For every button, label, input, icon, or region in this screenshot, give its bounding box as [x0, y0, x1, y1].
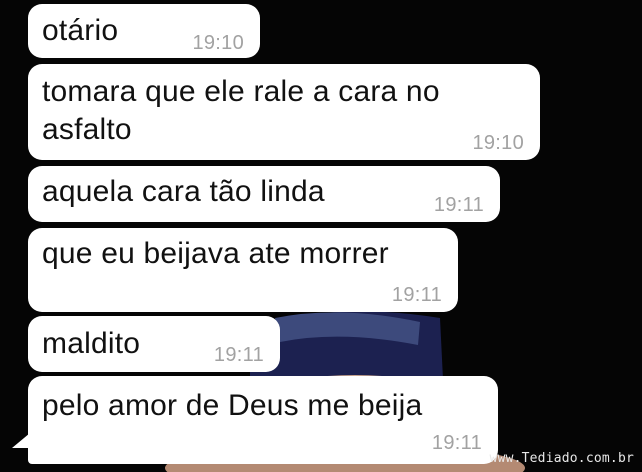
message-text: otário: [42, 14, 119, 47]
message-bubble[interactable]: aquela cara tão linda 19:11: [28, 166, 500, 222]
message-text: que eu beijava ate morrer: [42, 237, 389, 270]
message-bubble[interactable]: tomara que ele rale a cara no asfalto 19…: [28, 64, 540, 160]
message-time: 19:11: [433, 194, 484, 216]
message-time: 19:11: [391, 284, 442, 306]
message-text: pelo amor de Deus me beija: [42, 389, 423, 422]
message-bubble[interactable]: maldito 19:11: [28, 316, 280, 372]
message-text: asfalto: [42, 113, 132, 146]
message-time: 19:10: [472, 132, 524, 154]
message-bubble[interactable]: que eu beijava ate morrer 19:11: [28, 228, 458, 312]
message-time: 19:11: [431, 432, 482, 454]
message-text: aquela cara tão linda: [42, 175, 325, 208]
message-time: 19:11: [213, 344, 264, 366]
watermark: www.Tediado.com.br: [489, 451, 634, 466]
message-bubble[interactable]: pelo amor de Deus me beija 19:11: [28, 376, 498, 464]
message-time: 19:10: [192, 32, 244, 54]
message-text: maldito: [42, 327, 141, 360]
message-text: tomara que ele rale a cara no: [42, 75, 440, 108]
message-bubble[interactable]: otário 19:10: [28, 4, 260, 58]
